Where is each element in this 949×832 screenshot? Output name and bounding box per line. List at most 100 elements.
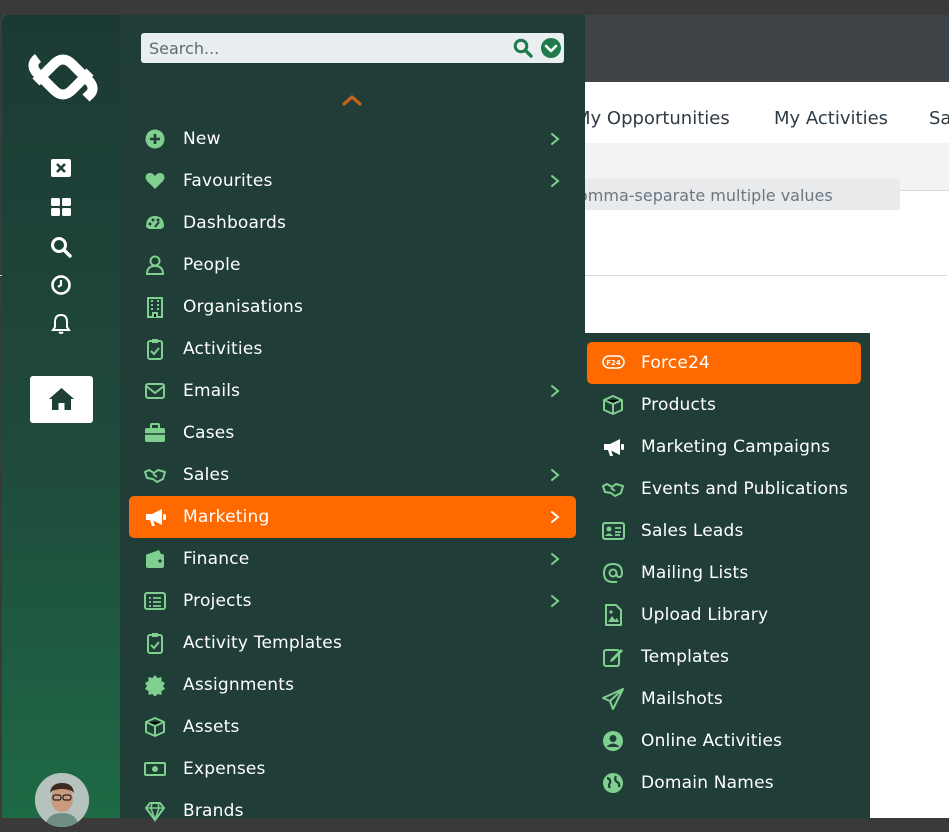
submenu-item-events-and-publications[interactable]: Events and Publications	[587, 468, 861, 510]
menu-item-label: Expenses	[183, 759, 266, 779]
user-circle-icon	[603, 731, 623, 751]
list-icon	[144, 592, 166, 610]
menu-item-label: Assets	[183, 717, 240, 737]
menu-item-emails[interactable]: Emails	[129, 370, 576, 412]
menu-item-activities[interactable]: Activities	[129, 328, 576, 370]
file-image-icon	[605, 604, 622, 626]
chevron-right-icon	[551, 511, 560, 523]
building-icon	[147, 297, 163, 318]
submenu-item-label: Upload Library	[641, 605, 769, 625]
submenu-item-label: Marketing Campaigns	[641, 437, 831, 457]
menu-item-favourites[interactable]: Favourites	[129, 160, 576, 202]
money-icon	[144, 762, 166, 776]
wallet-icon	[146, 550, 164, 568]
submenu-item-label: Events and Publications	[641, 479, 849, 499]
menu-item-brands[interactable]: Brands	[129, 790, 576, 832]
tab-sa[interactable]: Sa	[929, 108, 949, 129]
menu-item-cases[interactable]: Cases	[129, 412, 576, 454]
close-square-icon[interactable]	[49, 156, 73, 180]
megaphone-icon	[604, 439, 624, 456]
palette-icon	[146, 216, 164, 229]
chevron-up-icon[interactable]	[341, 93, 363, 107]
menu-item-label: Activity Templates	[183, 633, 343, 653]
menu-item-label: New	[183, 129, 221, 149]
bell-icon[interactable]	[49, 312, 73, 336]
menu-item-assets[interactable]: Assets	[129, 706, 576, 748]
diamond-icon	[145, 802, 165, 822]
submenu-item-domain-names[interactable]: Domain Names	[587, 762, 861, 804]
menu-item-label: Brands	[183, 801, 244, 821]
chevron-right-icon	[551, 553, 560, 565]
menu-item-dashboards[interactable]: Dashboards	[129, 202, 576, 244]
menu-item-marketing[interactable]: Marketing	[129, 496, 576, 538]
handshake-icon	[602, 483, 624, 497]
submenu-item-marketing-campaigns[interactable]: Marketing Campaigns	[587, 426, 861, 468]
chevron-right-icon	[551, 469, 560, 481]
submenu-item-label: Domain Names	[641, 773, 774, 793]
tab-my-opportunities[interactable]: My Opportunities	[575, 108, 730, 129]
menu-item-new[interactable]: New	[129, 118, 576, 160]
submenu-item-label: Online Activities	[641, 731, 783, 751]
menu-item-label: Activities	[183, 339, 263, 359]
menu-item-finance[interactable]: Finance	[129, 538, 576, 580]
menu-item-label: Finance	[183, 549, 250, 569]
submenu-item-force24[interactable]: F24 Force24	[587, 342, 861, 384]
tab-my-activities[interactable]: My Activities	[774, 108, 888, 129]
submenu-item-upload-library[interactable]: Upload Library	[587, 594, 861, 636]
edit-icon	[603, 649, 623, 667]
menu-item-label: Dashboards	[183, 213, 287, 233]
submenu-item-online-activities[interactable]: Online Activities	[587, 720, 861, 762]
chevron-right-icon	[551, 133, 560, 145]
search-icon[interactable]	[49, 235, 73, 259]
avatar[interactable]	[35, 773, 89, 827]
submenu-item-label: Mailing Lists	[641, 563, 749, 583]
clock-icon[interactable]	[49, 273, 73, 297]
menu-item-label: Organisations	[183, 297, 304, 317]
badge-icon	[145, 675, 165, 696]
menu-item-label: Cases	[183, 423, 235, 443]
chevron-right-icon	[551, 175, 560, 187]
menu-item-label: Projects	[183, 591, 252, 611]
home-icon	[49, 388, 74, 410]
submenu-item-mailing-lists[interactable]: Mailing Lists	[587, 552, 861, 594]
submenu-item-mailshots[interactable]: Mailshots	[587, 678, 861, 720]
submenu-item-templates[interactable]: Templates	[587, 636, 861, 678]
menu-item-projects[interactable]: Projects	[129, 580, 576, 622]
globe-icon	[603, 773, 623, 793]
envelope-icon	[145, 383, 165, 399]
home-button[interactable]	[30, 376, 93, 423]
menu-item-label: Emails	[183, 381, 241, 401]
heart-icon	[145, 172, 165, 189]
menu-item-assignments[interactable]: Assignments	[129, 664, 576, 706]
marketing-submenu: F24 Force24 Products Marketing Campaigns Eve…	[585, 333, 870, 818]
submenu-item-label: Templates	[641, 647, 730, 667]
id-card-icon	[602, 522, 625, 540]
logo-icon[interactable]	[26, 48, 100, 106]
f24-badge-icon: F24	[602, 355, 625, 369]
grid-icon[interactable]	[49, 195, 73, 219]
handshake-icon	[144, 469, 166, 483]
submenu-item-sales-leads[interactable]: Sales Leads	[587, 510, 861, 552]
chevron-down-circle-icon[interactable]	[540, 37, 562, 59]
menu-item-expenses[interactable]: Expenses	[129, 748, 576, 790]
submenu-item-products[interactable]: Products	[587, 384, 861, 426]
menu-item-label: Sales	[183, 465, 230, 485]
box-icon	[145, 717, 165, 737]
svg-text:F24: F24	[606, 359, 621, 367]
menu-item-label: Marketing	[183, 507, 270, 527]
chevron-right-icon	[551, 595, 560, 607]
icon-rail	[2, 15, 120, 827]
submenu-item-label: Products	[641, 395, 717, 415]
search-input[interactable]	[149, 37, 494, 59]
menu-item-sales[interactable]: Sales	[129, 454, 576, 496]
submenu-item-label: Sales Leads	[641, 521, 744, 541]
submenu-item-label: Mailshots	[641, 689, 723, 709]
briefcase-icon	[145, 423, 165, 442]
menu-item-activity-templates[interactable]: Activity Templates	[129, 622, 576, 664]
menu-item-organisations[interactable]: Organisations	[129, 286, 576, 328]
box-icon	[603, 395, 623, 415]
search-icon[interactable]	[513, 38, 533, 58]
filter-placeholder: omma-separate multiple values	[578, 186, 833, 205]
menu-item-people[interactable]: People	[129, 244, 576, 286]
paper-plane-icon	[602, 688, 624, 710]
